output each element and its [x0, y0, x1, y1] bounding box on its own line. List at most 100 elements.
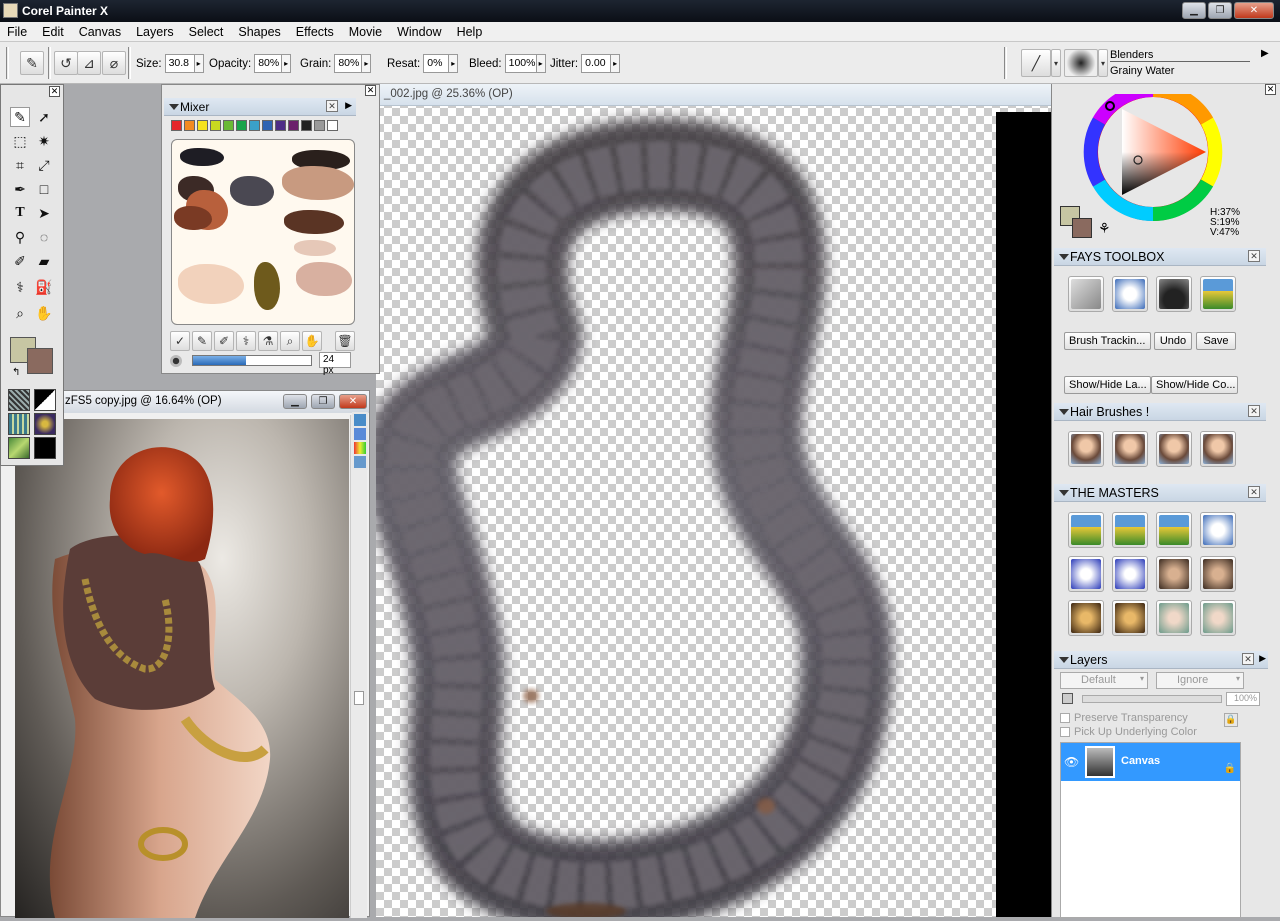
- brush-variant-dropdown[interactable]: ▾: [1098, 49, 1108, 77]
- mixer-color-swatch[interactable]: [262, 120, 273, 131]
- color-wheel[interactable]: [1082, 94, 1224, 234]
- mixer-header[interactable]: Mixer ✕ ▶: [164, 98, 356, 116]
- text-tool-icon[interactable]: T: [10, 203, 30, 223]
- brush-size-value[interactable]: 24 px: [319, 352, 351, 376]
- pen-custom-icon[interactable]: [1068, 276, 1104, 312]
- magnifier-tool-icon[interactable]: ⌕: [10, 303, 30, 323]
- brush-category-icon[interactable]: ╱: [1021, 49, 1051, 77]
- weaving-selector-icon[interactable]: [34, 413, 56, 435]
- layer-adjuster-tool-icon[interactable]: ➚: [34, 107, 54, 127]
- hair-brushes-header[interactable]: Hair Brushes ! ✕: [1054, 403, 1266, 421]
- straight-line-icon[interactable]: ⊿: [77, 51, 101, 75]
- master-figure-icon[interactable]: [1200, 512, 1236, 548]
- layers-header[interactable]: Layers ✕ ▶: [1054, 651, 1268, 669]
- layer-row-canvas[interactable]: 👁 Canvas 🔒: [1061, 743, 1240, 781]
- stroke-attributes-icon[interactable]: ⌀: [102, 51, 126, 75]
- menu-movie[interactable]: Movie: [342, 25, 390, 39]
- toolbar-grip[interactable]: [128, 47, 131, 79]
- menu-edit[interactable]: Edit: [35, 25, 72, 39]
- rectangle-tool-icon[interactable]: □: [34, 179, 54, 199]
- secondary-color-swatch[interactable]: [27, 348, 53, 374]
- mixer-color-swatch[interactable]: [301, 120, 312, 131]
- fays-toolbox-close-icon[interactable]: ✕: [1248, 250, 1260, 262]
- the-masters-header[interactable]: THE MASTERS ✕: [1054, 484, 1266, 502]
- master-impression-1-icon[interactable]: [1156, 600, 1192, 636]
- bleed-input[interactable]: 100%: [504, 54, 537, 73]
- magic-wand-tool-icon[interactable]: ✷: [34, 131, 54, 151]
- brush-tool-icon[interactable]: ✎: [10, 107, 30, 127]
- menu-canvas[interactable]: Canvas: [72, 25, 129, 39]
- mixer-color-swatch[interactable]: [249, 120, 260, 131]
- landscape-custom-icon[interactable]: [1200, 276, 1236, 312]
- minimize-button[interactable]: ▁: [1182, 2, 1206, 19]
- paint-bucket-tool-icon[interactable]: ⛽: [34, 277, 54, 297]
- bleed-slider-arrow[interactable]: ▸: [536, 54, 546, 73]
- size-slider-arrow[interactable]: ▸: [194, 54, 204, 73]
- freehand-stroke-icon[interactable]: ↺: [54, 51, 78, 75]
- lasso-tool-icon[interactable]: ◌: [34, 227, 54, 247]
- the-masters-close-icon[interactable]: ✕: [1248, 486, 1260, 498]
- visibility-eye-icon[interactable]: 👁: [1064, 755, 1079, 769]
- opacity-input[interactable]: 80%: [254, 54, 283, 73]
- pattern-selector-icon[interactable]: [8, 413, 30, 435]
- hair-brushes-close-icon[interactable]: ✕: [1248, 405, 1260, 417]
- close-button[interactable]: ✕: [1234, 2, 1274, 19]
- dirty-brush-icon[interactable]: ✓: [170, 331, 190, 351]
- resat-input[interactable]: 0%: [423, 54, 450, 73]
- shape-selection-tool-icon[interactable]: ➤: [34, 203, 54, 223]
- opacity-slider-arrow[interactable]: ▸: [282, 54, 292, 73]
- pick-up-underlying-color-checkbox[interactable]: Pick Up Underlying Color: [1060, 726, 1197, 738]
- hair-brush-1-icon[interactable]: [1068, 431, 1104, 467]
- brush-category-name[interactable]: Blenders: [1110, 49, 1250, 62]
- mixer-pad[interactable]: [171, 139, 355, 325]
- layer-opacity-slider[interactable]: [1082, 695, 1222, 703]
- toolbar-grip[interactable]: [6, 47, 9, 79]
- menu-window[interactable]: Window: [390, 25, 449, 39]
- brush-selector-arrow-icon[interactable]: ▶: [1261, 48, 1269, 59]
- grabber-tool-icon[interactable]: ✋: [34, 303, 54, 323]
- mixer-color-swatch[interactable]: [171, 120, 182, 131]
- nozzle-selector-icon[interactable]: [8, 437, 30, 459]
- sample-multiple-colors-icon[interactable]: ⚗: [258, 331, 278, 351]
- menu-file[interactable]: File: [0, 25, 35, 39]
- layers-close-icon[interactable]: ✕: [1242, 653, 1254, 665]
- star-icon[interactable]: [354, 456, 366, 468]
- apply-color-icon[interactable]: ✎: [192, 331, 212, 351]
- menu-shapes[interactable]: Shapes: [231, 25, 288, 39]
- lock-icon[interactable]: 🔒: [1224, 713, 1238, 727]
- gradient-selector-icon[interactable]: [34, 389, 56, 411]
- swap-colors-icon[interactable]: ↰: [12, 367, 20, 378]
- toolbar-grip[interactable]: [1004, 47, 1007, 79]
- doc-maximize-button[interactable]: ❐: [311, 394, 335, 409]
- doc-close-button[interactable]: ✕: [339, 394, 367, 409]
- mixer-color-swatch[interactable]: [197, 120, 208, 131]
- master-landscape-2-icon[interactable]: [1112, 512, 1148, 548]
- paper-selector-icon[interactable]: [8, 389, 30, 411]
- eraser-tool-icon[interactable]: ▰: [34, 251, 54, 271]
- dropper-tool-icon[interactable]: ⚕: [10, 277, 30, 297]
- brush-variant-icon[interactable]: [1064, 49, 1098, 77]
- mixer-close-icon[interactable]: ✕: [365, 85, 376, 96]
- stamp-icon[interactable]: ⚘: [1098, 220, 1111, 237]
- brush-variant-name[interactable]: Grainy Water: [1110, 65, 1250, 77]
- menu-help[interactable]: Help: [450, 25, 491, 39]
- jitter-slider-arrow[interactable]: ▸: [611, 54, 621, 73]
- scroll-thumb[interactable]: [354, 691, 364, 705]
- color-icon[interactable]: [354, 442, 366, 454]
- mix-color-icon[interactable]: ✐: [214, 331, 234, 351]
- zoom-icon[interactable]: ⌕: [280, 331, 300, 351]
- hair-brush-3-icon[interactable]: [1156, 431, 1192, 467]
- layers-menu-icon[interactable]: ▶: [1259, 653, 1266, 664]
- master-rembrandt-1-icon[interactable]: [1068, 600, 1104, 636]
- canvas-painting[interactable]: [376, 106, 1054, 917]
- painter-figure-icon[interactable]: [1112, 276, 1148, 312]
- preserve-transparency-checkbox[interactable]: Preserve Transparency: [1060, 712, 1188, 724]
- mixer-color-swatch[interactable]: [275, 120, 286, 131]
- mixer-menu-icon[interactable]: ▶: [345, 100, 352, 111]
- menu-select[interactable]: Select: [182, 25, 232, 39]
- master-landscape-1-icon[interactable]: [1068, 512, 1104, 548]
- show-hide-layers-button[interactable]: Show/Hide La...: [1064, 376, 1151, 394]
- magnifier-wand-tool-icon[interactable]: ⚲: [10, 227, 30, 247]
- trash-icon[interactable]: 🗑: [335, 331, 355, 351]
- brush-icon[interactable]: ✎: [20, 51, 44, 75]
